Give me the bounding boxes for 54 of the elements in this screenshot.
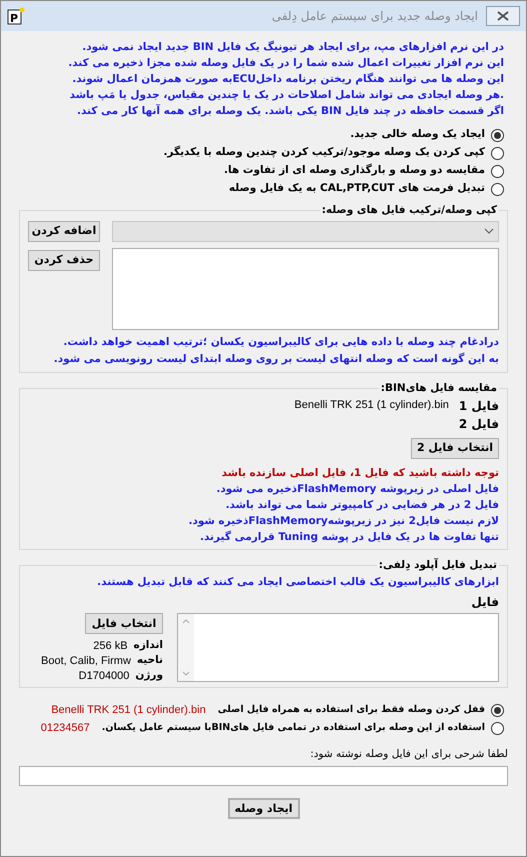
push-button[interactable]: ایجاد وصله: [228, 798, 300, 820]
push-button[interactable]: حذف کردن: [28, 250, 100, 271]
info-label: اندازه: [134, 638, 163, 653]
radio-button[interactable]: [491, 146, 504, 160]
file-label: فایل: [470, 594, 499, 612]
file-name: Benelli TRK 251 (1 cylinder).bin: [294, 398, 449, 414]
note-text: درادغام چند وصله با داده هایی برای کالیبراسیون یکسان ؛ترتیب اهمیت خواهد داشت.: [62, 334, 499, 350]
group-title: تبدیل فایل آپلود دِلفی:: [378, 558, 498, 573]
intro-line: .هر وصله ایجادی می تواند شامل اصلاحات در یک یا چندین مقیاس، جدول یا مَپ باشد: [68, 88, 504, 103]
warning-text: توجه داشته باشید که فایل 1، فایل اصلی سازنده باشد: [220, 466, 499, 480]
radio-label: استفاده از این وصله برای استفاده در تمامی فایل هایBINبا سیستم عامل یکسان.: [102, 721, 485, 736]
info-label: ورژن: [135, 668, 163, 683]
push-button[interactable]: اضافه کردن: [28, 220, 100, 242]
radio-label: قفل کردن وصله فقط برای استفاده به همراه فایل اصلی: [218, 703, 485, 718]
scroll-up-icon: [182, 619, 190, 624]
radio-button[interactable]: [491, 128, 504, 142]
radio-label: ایجاد یک وصله خالی جدید.: [350, 127, 485, 142]
push-button[interactable]: انتخاب فایل: [85, 613, 163, 634]
intro-line: این نرم افزار تغییرات اعمال شده شما را در یک فایل وصله شده مجزا ذخیره می کند.: [67, 56, 504, 71]
group-title: کپی وصله/ترکیب فایل های وصله:: [320, 203, 498, 218]
info-value: 256 kB: [93, 638, 128, 654]
info-value: D1704000: [78, 668, 130, 684]
note-text: فایل 2 در هر فضایی در کامپیوتر شما می تواند باشد.: [224, 498, 499, 512]
description-field[interactable]: [19, 766, 508, 786]
note-text: فایل اصلی در زیرپوشه FlashMemoryذخیره می شود.: [215, 482, 499, 496]
intro-line: اگر قسمت حافظه در چند فایل BIN یکی باشد. یک وصله برای همه آنها کار می کند.: [76, 103, 504, 119]
radio-label: مقایسه دو وصله و بارگذاری وصله ای از تفاوت ها.: [224, 163, 485, 178]
close-icon: [497, 11, 509, 21]
radio-label: کپی کردن یک وصله موجود/ترکیب کردن چندین وصله با یکدیگر.: [163, 145, 485, 160]
window-title: ایجاد وصله جدید برای سیستم عامل دِلفی: [270, 8, 478, 25]
note-text: ابزارهای کالیبراسیون یک قالب اختصاصی ایجاد می کنند که قابل تبدیل هستند.: [96, 575, 499, 590]
radio-button[interactable]: [491, 722, 504, 735]
detail-text: 01234567: [40, 721, 90, 736]
radio-button[interactable]: [491, 164, 504, 178]
push-button[interactable]: انتخاب فایل 2: [411, 438, 499, 458]
note-text: لازم نیست فایل2 نیز در زیرپوشهFlashMemoryذخیره شود.: [187, 514, 499, 528]
note-text: به این گونه است که وصله انتهای لیست بر روی وصله ابتدای لیست رونویسی می شود.: [52, 352, 499, 367]
radio-button[interactable]: [491, 704, 504, 717]
detail-text: Benelli TRK 251 (1 cylinder).bin: [51, 703, 206, 718]
scrollbar[interactable]: [178, 614, 194, 682]
intro-line: این وصله ها می توانند هنگام ریختن برنامه داخلECUبه صورت همزمان اعمال شوند.: [71, 72, 504, 87]
description-label: لطفا شرحی برای این فایل وصله نوشته شود:: [309, 747, 508, 762]
note-text: تنها تفاوت ها در یک فایل در پوشه Tuning قرارمی گیرند.: [199, 530, 499, 544]
chevron-down-icon: [484, 228, 494, 234]
intro-line: در این نرم افزارهای مپ، برای ایجاد هر تیونیگ یک فایل BIN جدید ایجاد نمی شود.: [81, 40, 504, 55]
file-label: فایل 1: [458, 398, 499, 414]
info-label: ناحیه: [136, 652, 163, 668]
group-title: مقایسه فایل هایBIN:: [380, 380, 498, 396]
scroll-down-icon: [182, 671, 190, 676]
info-value: Boot, Calib, Firmw: [41, 654, 131, 668]
close-button[interactable]: [486, 6, 520, 26]
file-label: فایل 2: [458, 416, 499, 432]
radio-button[interactable]: [491, 182, 504, 196]
radio-label: تبدیل فرمت های CAL,PTP,CUT به یک فایل وصله: [228, 181, 485, 196]
